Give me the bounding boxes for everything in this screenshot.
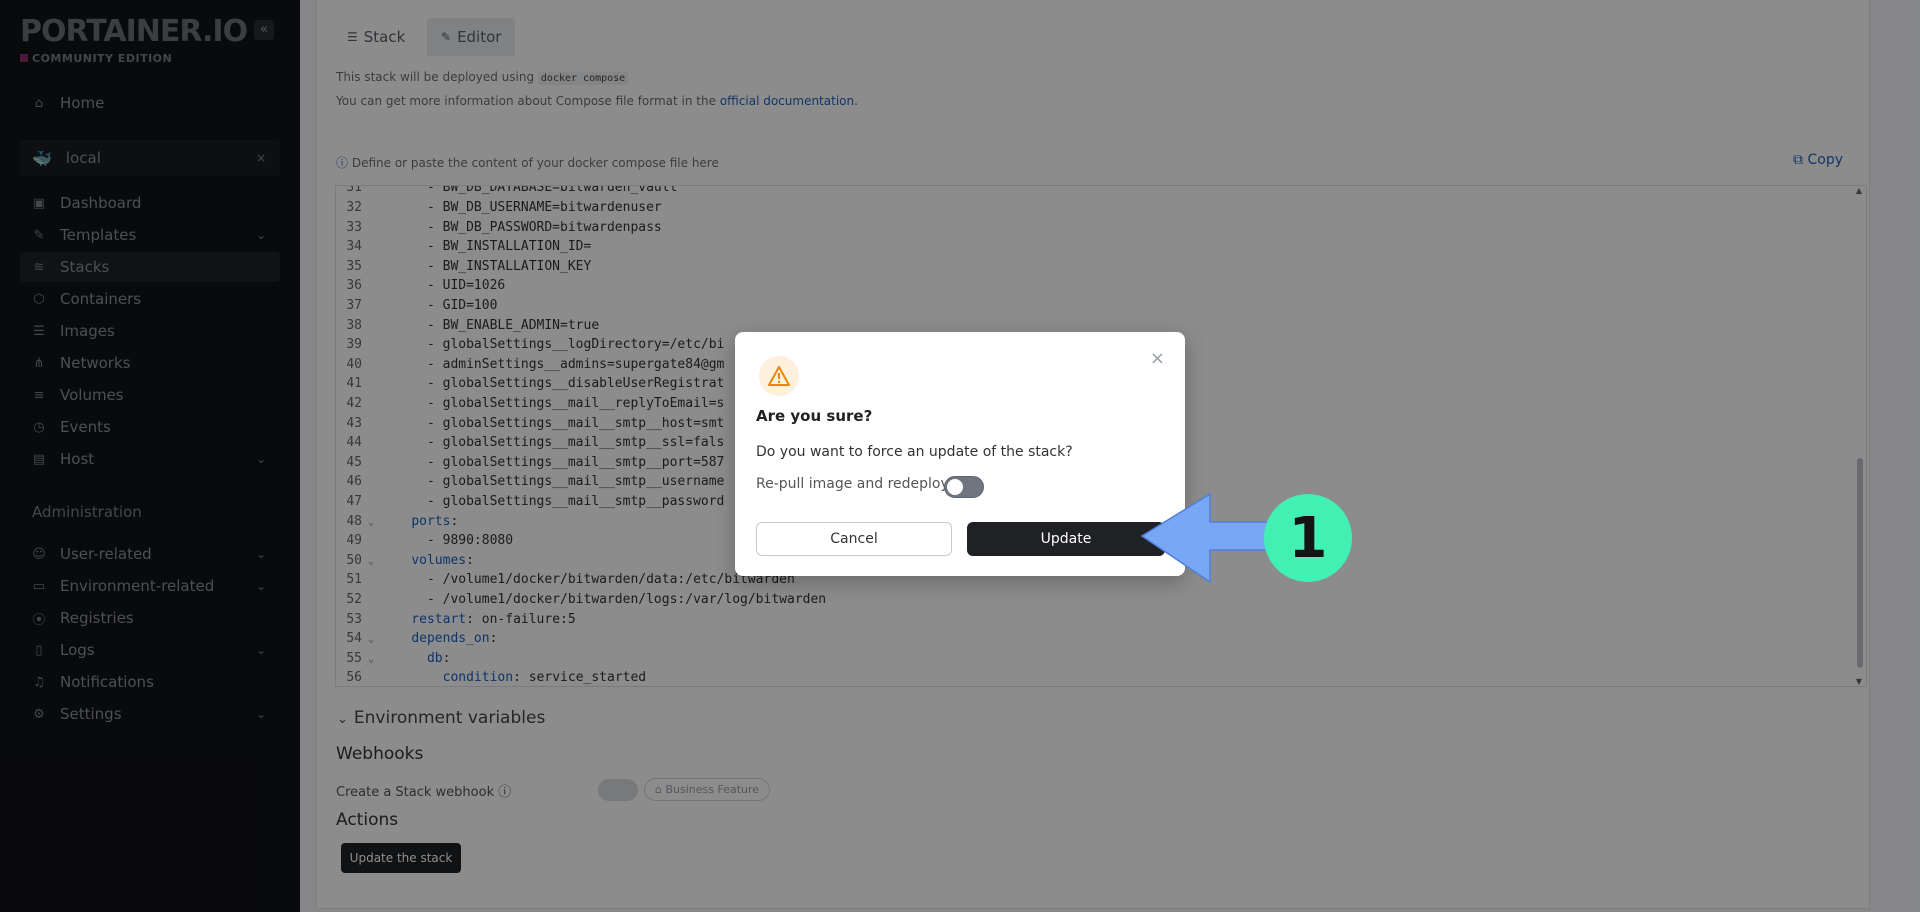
toggle-knob bbox=[947, 479, 963, 495]
modal-title: Are you sure? bbox=[756, 407, 873, 425]
annotation-arrow bbox=[1140, 492, 1277, 584]
close-icon[interactable]: × bbox=[1150, 348, 1165, 369]
arrow-shape bbox=[1140, 492, 1277, 584]
cancel-button[interactable]: Cancel bbox=[756, 522, 952, 556]
repull-toggle[interactable] bbox=[944, 476, 984, 498]
update-button[interactable]: Update bbox=[967, 522, 1165, 556]
step-badge: 1 bbox=[1264, 494, 1352, 582]
confirm-modal: × Are you sure? Do you want to force an … bbox=[735, 332, 1185, 576]
modal-message: Do you want to force an update of the st… bbox=[756, 444, 1073, 460]
repull-label: Re-pull image and redeploy bbox=[756, 476, 949, 492]
warning-icon bbox=[759, 356, 799, 396]
